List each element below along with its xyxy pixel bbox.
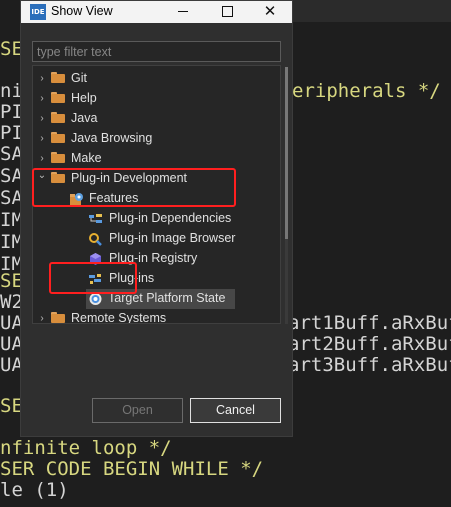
code-line-right: art1Buff.aRxBuf	[288, 312, 451, 334]
app-icon: IDE	[30, 4, 46, 20]
folder-icon	[51, 112, 65, 123]
dialog-titlebar[interactable]: IDE Show View ✕	[21, 1, 292, 23]
folder-icon	[51, 132, 65, 143]
close-icon: ✕	[263, 3, 277, 20]
minimize-icon	[178, 11, 188, 13]
filter-input[interactable]	[32, 41, 281, 62]
tree-item-remote-systems[interactable]: › Remote Systems	[33, 309, 277, 324]
folder-icon	[51, 152, 65, 163]
tree-scrollbar-thumb[interactable]	[285, 67, 288, 239]
chevron-right-icon[interactable]: ›	[37, 312, 47, 323]
tree-item-plug-in-image-browser[interactable]: Plug-in Image Browser	[33, 229, 277, 249]
tree-item-label: Help	[71, 91, 97, 105]
chevron-right-icon[interactable]: ›	[37, 72, 47, 86]
target-icon	[88, 292, 103, 306]
tree-item-make[interactable]: › Make	[33, 149, 277, 169]
chevron-right-icon[interactable]: ›	[37, 132, 47, 146]
cancel-button[interactable]: Cancel	[190, 398, 281, 423]
tree-item-label: Java Browsing	[71, 131, 153, 145]
highlight-box-plugin-development	[32, 168, 236, 207]
show-view-dialog: IDE Show View ✕ › Git › Help › Java › Java Brow…	[20, 0, 293, 437]
minimize-button[interactable]	[161, 1, 205, 23]
maximize-button[interactable]	[205, 1, 249, 23]
dialog-title: Show View	[51, 4, 113, 18]
code-line-right: art3Buff.aRxBuf	[288, 354, 451, 376]
code-line: nfinite loop */	[0, 437, 172, 459]
tree-item-java-browsing[interactable]: › Java Browsing	[33, 129, 277, 149]
tree-item-git[interactable]: › Git	[33, 69, 277, 89]
tree-item-label: Git	[71, 71, 87, 85]
code-line-right: art2Buff.aRxBuf	[288, 333, 451, 355]
dependencies-icon	[88, 212, 103, 226]
tree-item-plug-in-dependencies[interactable]: Plug-in Dependencies	[33, 209, 277, 229]
chevron-right-icon[interactable]: ›	[37, 112, 47, 126]
editor-top-strip	[292, 0, 451, 22]
tree-scrollbar-track[interactable]	[285, 239, 288, 324]
tree-item-help[interactable]: › Help	[33, 89, 277, 109]
tree-item-label: Java	[71, 111, 98, 125]
code-line: SER CODE BEGIN WHILE */	[0, 458, 264, 480]
folder-icon	[51, 92, 65, 103]
tree-item-label: Make	[71, 151, 102, 165]
tree-item-java[interactable]: › Java	[33, 109, 277, 129]
chevron-right-icon[interactable]: ›	[37, 92, 47, 106]
tree-item-label: Plug-in Image Browser	[109, 231, 236, 245]
close-button[interactable]: ✕	[248, 1, 292, 23]
highlight-box-plugins	[49, 262, 137, 294]
tree-item-label: Plug-in Dependencies	[109, 211, 232, 225]
code-line: le (1)	[0, 479, 69, 501]
image-browser-icon	[88, 232, 103, 246]
maximize-icon	[221, 6, 233, 18]
folder-icon	[51, 72, 65, 83]
tree-item-label: Remote Systems	[71, 311, 167, 324]
open-button[interactable]: Open	[92, 398, 183, 423]
chevron-right-icon[interactable]: ›	[37, 152, 47, 166]
code-line-right: eripherals */	[292, 80, 441, 102]
folder-icon	[51, 312, 65, 323]
